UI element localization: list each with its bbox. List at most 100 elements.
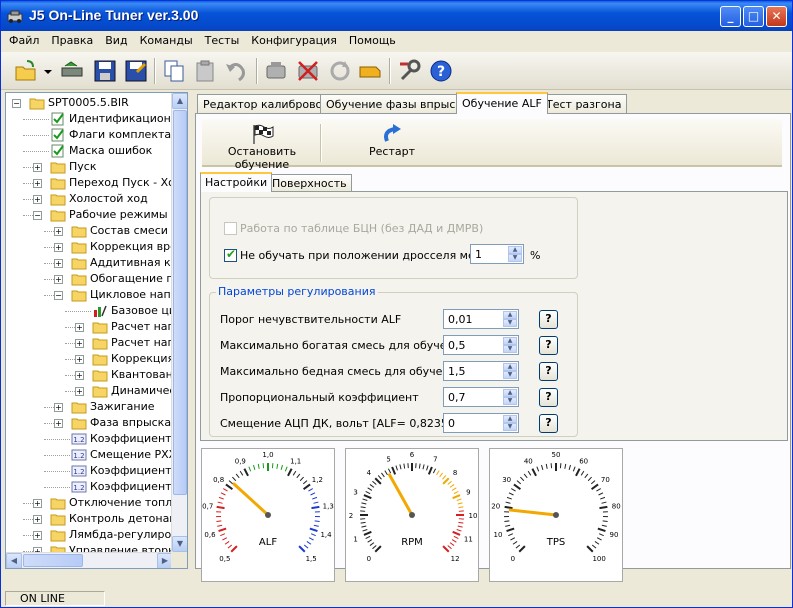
tree-item[interactable]: Идентификационные [6, 111, 187, 127]
expand-icon[interactable]: + [75, 323, 84, 332]
stop-learning-button[interactable]: Остановить обучение [206, 123, 318, 171]
expand-icon[interactable]: + [33, 499, 42, 508]
tree-item[interactable]: 1.2Коэффициент усиления [6, 431, 187, 447]
tree-item[interactable]: −Цикловое наполнение [6, 287, 187, 303]
expand-icon[interactable]: + [54, 419, 63, 428]
stepper-up-icon[interactable]: ▲ [508, 246, 522, 254]
stepper-arrows[interactable]: ▲ ▼ [503, 389, 517, 405]
expand-icon[interactable]: + [33, 515, 42, 524]
stepper-down-icon[interactable]: ▼ [503, 397, 517, 405]
tab-acceleration-test[interactable]: Тест разгона [540, 94, 628, 114]
tree-item[interactable]: Маска ошибок [6, 143, 172, 159]
collapse-icon[interactable]: − [12, 99, 21, 108]
tree-item[interactable]: Флаги комплектации [6, 127, 187, 143]
open-icon[interactable] [13, 58, 39, 84]
scroll-thumb[interactable] [23, 554, 83, 567]
param-help-button[interactable]: ? [539, 310, 558, 329]
tree-item[interactable]: +Отключение топливоподачи [6, 495, 187, 511]
menu-commands[interactable]: Команды [132, 31, 197, 47]
tree-item[interactable]: + Контроль детонации [6, 511, 187, 527]
stepper-up-icon[interactable]: ▲ [503, 363, 517, 371]
help-icon[interactable]: ? [428, 58, 454, 84]
stepper-up-icon[interactable]: ▲ [503, 389, 517, 397]
stepper-down-icon[interactable]: ▼ [508, 254, 522, 262]
expand-icon[interactable]: + [33, 163, 42, 172]
collapse-icon[interactable]: − [33, 211, 42, 220]
stepper-up-icon[interactable]: ▲ [503, 415, 517, 423]
tools-icon[interactable] [397, 58, 423, 84]
scroll-left-icon[interactable]: ◀ [6, 553, 22, 568]
tree-item[interactable]: +Коррекция наполнения [6, 351, 187, 367]
stepper-arrows[interactable]: ▲ ▼ [503, 415, 517, 431]
tree-item[interactable]: + Зажигание [6, 399, 172, 415]
tree-item[interactable]: +Лямбда-регулирование [6, 527, 187, 543]
param-stepper[interactable]: 1,5 ▲ ▼ [443, 361, 519, 381]
expand-icon[interactable]: + [54, 227, 63, 236]
expand-icon[interactable]: + [33, 179, 42, 188]
stepper-down-icon[interactable]: ▼ [503, 319, 517, 327]
param-help-button[interactable]: ? [539, 388, 558, 407]
tree-item[interactable]: + Фаза впрыска [6, 415, 172, 431]
scroll-up-icon[interactable]: ▲ [172, 93, 187, 109]
expand-icon[interactable]: + [54, 275, 63, 284]
stepper-arrows[interactable]: ▲ ▼ [503, 363, 517, 379]
scroll-down-icon[interactable]: ▼ [172, 536, 187, 552]
restart-button[interactable]: Рестарт [362, 123, 422, 165]
minimize-button[interactable]: _ [720, 6, 741, 27]
param-help-button[interactable]: ? [539, 336, 558, 355]
tree-item[interactable]: − Рабочие режимы [6, 207, 172, 223]
stepper-up-icon[interactable]: ▲ [503, 337, 517, 345]
expand-icon[interactable]: + [75, 355, 84, 364]
ecu-icon[interactable] [357, 58, 383, 84]
stepper-down-icon[interactable]: ▼ [503, 423, 517, 431]
param-stepper[interactable]: 0 ▲ ▼ [443, 413, 519, 433]
title-bar[interactable]: J5 On-Line Tuner ver.3.00 _ □ ✕ [1, 1, 792, 31]
paste-icon[interactable] [193, 58, 219, 84]
undo-icon[interactable] [223, 58, 249, 84]
dropdown-arrow-icon[interactable] [41, 58, 55, 84]
param-help-button[interactable]: ? [539, 414, 558, 433]
tree-item[interactable]: + Холостой ход [6, 191, 172, 207]
save-icon[interactable] [92, 58, 118, 84]
menu-help[interactable]: Помощь [341, 31, 400, 47]
param-stepper[interactable]: 0,7 ▲ ▼ [443, 387, 519, 407]
throttle-stepper[interactable]: 1 ▲ ▼ [470, 244, 524, 264]
expand-icon[interactable]: + [33, 195, 42, 204]
tree-item[interactable]: +Расчет наполнения [6, 335, 187, 351]
stepper-up-icon[interactable]: ▲ [503, 311, 517, 319]
menu-file[interactable]: Файл [1, 31, 43, 47]
stepper-down-icon[interactable]: ▼ [503, 371, 517, 379]
tree-item[interactable]: + Квантование [6, 367, 187, 383]
tree-item[interactable]: 1.2 Коэффициент 2 [6, 463, 182, 479]
expand-icon[interactable]: + [75, 339, 84, 348]
stepper-arrows[interactable]: ▲ ▼ [503, 311, 517, 327]
expand-icon[interactable]: + [54, 403, 63, 412]
stepper-arrows[interactable]: ▲ ▼ [508, 246, 522, 262]
tree-item[interactable]: +Переход Пуск - Холостой [6, 175, 187, 191]
refresh-icon[interactable] [327, 58, 353, 84]
tree-item[interactable]: + Обогащение по [6, 271, 180, 287]
expand-icon[interactable]: + [75, 371, 84, 380]
param-stepper[interactable]: 0,5 ▲ ▼ [443, 335, 519, 355]
collapse-icon[interactable]: − [54, 291, 63, 300]
connect-icon[interactable] [59, 58, 85, 84]
tree-item[interactable]: +Аддитивная коррекция [6, 255, 187, 271]
use-table-checkbox[interactable] [224, 222, 237, 235]
tree-item[interactable]: 1.2 Смещение РХХ [6, 447, 176, 463]
tab-calibration-editor[interactable]: Редактор калибровок [197, 94, 335, 114]
tree-item[interactable]: Базовое цикловое [6, 303, 187, 319]
scroll-thumb[interactable] [173, 110, 187, 495]
param-stepper[interactable]: 0,01 ▲ ▼ [443, 309, 519, 329]
menu-edit[interactable]: Правка [43, 31, 97, 47]
tree-item[interactable]: 1.2 Коэффициент 1 [6, 479, 182, 495]
stepper-down-icon[interactable]: ▼ [503, 345, 517, 353]
maximize-button[interactable]: □ [743, 6, 764, 27]
tab-injection-phase-learning[interactable]: Обучение фазы впрыска [320, 94, 475, 114]
close-button[interactable]: ✕ [766, 6, 787, 27]
tree-item[interactable]: + Пуск [6, 159, 172, 175]
tree-item[interactable]: − SPT0005.5.BIR [6, 95, 172, 111]
tab-settings[interactable]: Настройки [200, 172, 273, 192]
menu-configuration[interactable]: Конфигурация [243, 31, 341, 47]
stepper-arrows[interactable]: ▲ ▼ [503, 337, 517, 353]
tree-horizontal-scrollbar[interactable]: ◀ ▶ [6, 552, 173, 568]
